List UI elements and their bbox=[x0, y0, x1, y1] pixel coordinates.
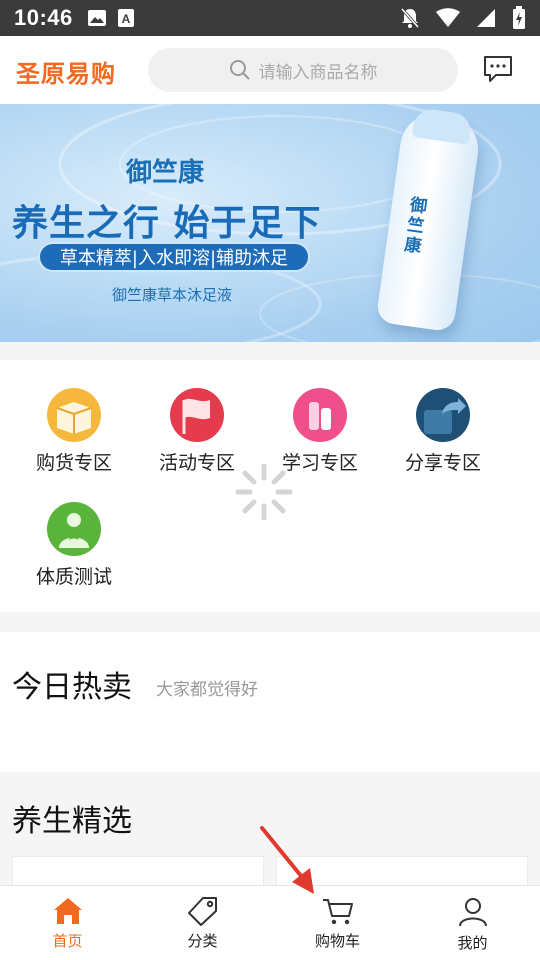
banner-slogan: 养生之行 始于足下 bbox=[12, 203, 322, 244]
font-notification-icon: A bbox=[117, 9, 134, 27]
section-title: 养生精选 bbox=[12, 804, 132, 839]
nav-profile[interactable]: 我的 bbox=[405, 886, 540, 960]
annotation-arrow-icon bbox=[260, 826, 314, 894]
category-activity[interactable]: 活动专区 bbox=[147, 388, 247, 475]
image-notification-icon bbox=[87, 10, 106, 26]
mute-icon bbox=[400, 8, 420, 28]
category-purchase[interactable]: 购货专区 bbox=[24, 388, 124, 475]
today-hot-section: 今日热卖 大家都觉得好 bbox=[0, 632, 540, 772]
search-icon bbox=[229, 60, 250, 80]
bottom-nav: 首页 分类 购物车 我的 bbox=[0, 885, 540, 960]
svg-text:A: A bbox=[121, 12, 130, 26]
flag-icon bbox=[170, 388, 224, 442]
profile-icon bbox=[458, 898, 487, 927]
nav-label: 购物车 bbox=[314, 932, 360, 950]
box-icon bbox=[47, 388, 101, 442]
wifi-icon bbox=[436, 8, 460, 27]
nav-label: 首页 bbox=[52, 932, 83, 950]
section-title: 今日热卖 bbox=[12, 670, 132, 705]
cart-icon bbox=[322, 899, 353, 925]
app-logo[interactable]: 圣原易购 bbox=[16, 54, 116, 89]
message-icon[interactable] bbox=[482, 54, 514, 84]
share-icon bbox=[416, 388, 470, 442]
nav-label: 分类 bbox=[187, 932, 218, 950]
nav-label: 我的 bbox=[457, 934, 488, 952]
battery-icon bbox=[513, 6, 525, 29]
category-label: 购货专区 bbox=[35, 452, 112, 474]
category-label: 活动专区 bbox=[158, 452, 235, 474]
banner-features: 草本精萃|入水即溶|辅助沐足 bbox=[38, 242, 310, 272]
banner-brand: 御竺康 bbox=[126, 158, 205, 188]
search-placeholder: 请输入商品名称 bbox=[258, 62, 378, 83]
category-health-test[interactable]: 体质测试 bbox=[24, 502, 124, 589]
status-time: 10:46 bbox=[14, 5, 73, 30]
nav-cart[interactable]: 购物车 bbox=[270, 886, 405, 960]
search-bar[interactable]: 请输入商品名称 bbox=[148, 48, 458, 92]
category-label: 分享专区 bbox=[404, 452, 481, 474]
category-label: 体质测试 bbox=[35, 566, 112, 588]
app-header: 圣原易购 请输入商品名称 bbox=[0, 36, 540, 104]
status-bar: 10:46 A bbox=[0, 0, 540, 36]
nav-category[interactable]: 分类 bbox=[135, 886, 270, 960]
loading-spinner-icon bbox=[235, 463, 293, 521]
section-subtitle: 大家都觉得好 bbox=[156, 680, 258, 700]
promo-banner[interactable]: 御竺康 养生之行 始于足下 草本精萃|入水即溶|辅助沐足 御竺康草本沐足液 御竺… bbox=[0, 104, 540, 342]
signal-icon bbox=[477, 9, 495, 27]
tag-icon bbox=[187, 897, 217, 926]
nav-home[interactable]: 首页 bbox=[0, 886, 135, 960]
category-share[interactable]: 分享专区 bbox=[393, 388, 493, 475]
bottle-label: 御竺康 bbox=[403, 195, 429, 258]
home-icon bbox=[53, 898, 82, 924]
banner-product-name: 御竺康草本沐足液 bbox=[112, 286, 233, 304]
study-icon bbox=[293, 388, 347, 442]
health-test-icon bbox=[47, 502, 101, 556]
